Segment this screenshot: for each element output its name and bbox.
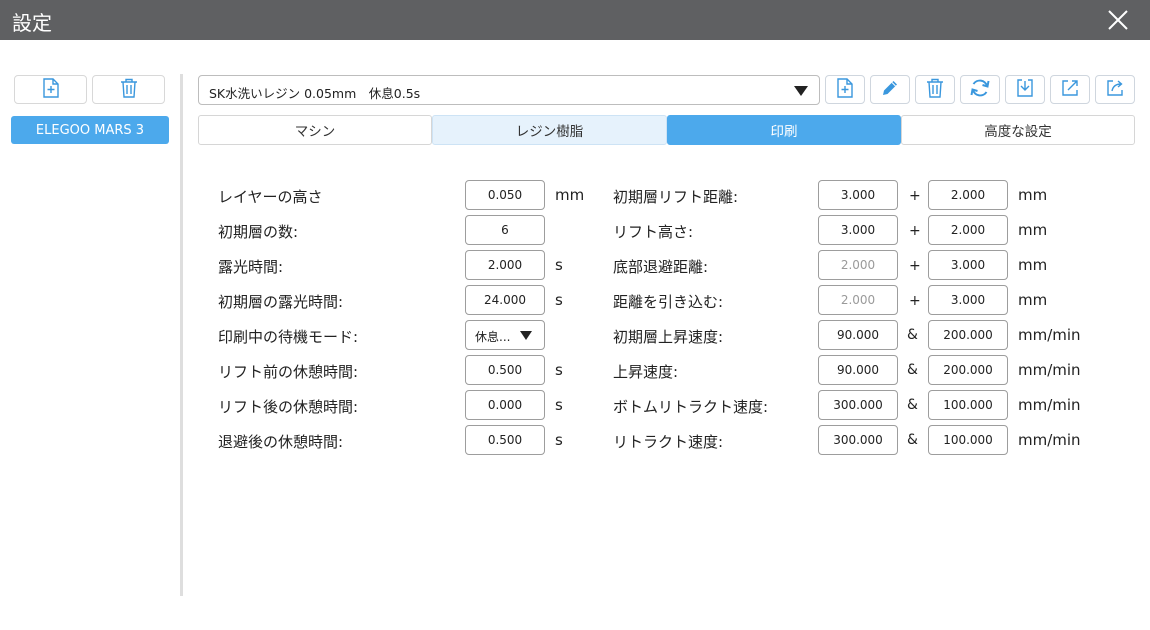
- tab-label: 高度な設定: [984, 124, 1052, 140]
- setting-label: 初期層の数:: [218, 223, 299, 241]
- setting-label: リトラクト速度:: [613, 433, 724, 451]
- close-icon[interactable]: [1106, 8, 1130, 32]
- setting-label: 底部退避距離:: [613, 258, 709, 276]
- add-printer-button[interactable]: [14, 75, 87, 104]
- bottom-retract-speed-input-1[interactable]: 300.000: [818, 390, 898, 420]
- delete-preset-button[interactable]: [915, 75, 955, 104]
- operator-label: +: [909, 223, 921, 239]
- bottom-lift-speed-input-1[interactable]: 90.000: [818, 320, 898, 350]
- lift-height-input-1[interactable]: 3.000: [818, 215, 898, 245]
- unit-label: mm: [1018, 256, 1048, 274]
- tab-machine[interactable]: マシン: [198, 115, 432, 145]
- unit-label: mm: [1018, 186, 1048, 204]
- setting-label: 初期層リフト距離:: [613, 188, 739, 206]
- setting-label: 退避後の休憩時間:: [218, 433, 344, 451]
- bottom-layer-count-input[interactable]: 6: [465, 215, 545, 245]
- operator-label: +: [909, 258, 921, 274]
- operator-label: &: [907, 397, 918, 413]
- share-icon: [1105, 78, 1125, 102]
- import-icon: [1015, 78, 1035, 102]
- tab-label: レジン樹脂: [515, 124, 584, 140]
- setting-label: 距離を引き込む:: [613, 293, 724, 311]
- unit-label: mm/min: [1018, 361, 1081, 379]
- operator-label: &: [907, 327, 918, 343]
- bottom-lift-distance-input-2[interactable]: 2.000: [928, 180, 1008, 210]
- tab-label: マシン: [294, 124, 336, 140]
- rest-after-retract-input[interactable]: 0.500: [465, 425, 545, 455]
- bottom-retract-distance-input-2[interactable]: 3.000: [928, 250, 1008, 280]
- reset-preset-button[interactable]: [960, 75, 1000, 104]
- chevron-down-icon: [794, 86, 808, 96]
- bottom-exposure-time-input[interactable]: 24.000: [465, 285, 545, 315]
- tab-print[interactable]: 印刷: [667, 115, 901, 145]
- bottom-retract-distance-input-1[interactable]: 2.000: [818, 250, 898, 280]
- title-bar: 設定: [0, 0, 1150, 40]
- retract-distance-input-2[interactable]: 3.000: [928, 285, 1008, 315]
- lift-speed-input-1[interactable]: 90.000: [818, 355, 898, 385]
- bottom-lift-speed-input-2[interactable]: 200.000: [928, 320, 1008, 350]
- retract-distance-input-1[interactable]: 2.000: [818, 285, 898, 315]
- chevron-down-icon: [520, 331, 532, 340]
- unit-label: s: [555, 431, 563, 449]
- printer-list-item[interactable]: ELEGOO MARS 3: [11, 116, 169, 144]
- unit-label: mm/min: [1018, 326, 1081, 344]
- retract-speed-input-1[interactable]: 300.000: [818, 425, 898, 455]
- sidebar-divider: [180, 74, 183, 596]
- unit-label: mm: [1018, 291, 1048, 309]
- setting-label: リフト後の休憩時間:: [218, 398, 359, 416]
- delete-printer-button[interactable]: [92, 75, 165, 104]
- lift-height-input-2[interactable]: 2.000: [928, 215, 1008, 245]
- exposure-time-input[interactable]: 2.000: [465, 250, 545, 280]
- setting-label: 印刷中の待機モード:: [218, 328, 359, 346]
- trash-icon: [120, 78, 138, 102]
- unit-label: s: [555, 396, 563, 414]
- setting-label: 上昇速度:: [613, 363, 679, 381]
- add-file-icon: [836, 77, 854, 102]
- operator-label: &: [907, 362, 918, 378]
- export-icon: [1060, 78, 1080, 102]
- add-file-icon: [42, 77, 60, 102]
- unit-label: mm/min: [1018, 431, 1081, 449]
- share-preset-button[interactable]: [1095, 75, 1135, 104]
- setting-label: リフト前の休憩時間:: [218, 363, 359, 381]
- retract-speed-input-2[interactable]: 100.000: [928, 425, 1008, 455]
- unit-label: s: [555, 361, 563, 379]
- rest-after-lift-input[interactable]: 0.000: [465, 390, 545, 420]
- setting-label: 露光時間:: [218, 258, 284, 276]
- tab-advanced[interactable]: 高度な設定: [901, 115, 1135, 145]
- window-title: 設定: [12, 11, 52, 35]
- unit-label: mm: [555, 186, 585, 204]
- layer-height-input[interactable]: 0.050: [465, 180, 545, 210]
- setting-label: 初期層上昇速度:: [613, 328, 724, 346]
- bottom-lift-distance-input-1[interactable]: 3.000: [818, 180, 898, 210]
- export-preset-button[interactable]: [1050, 75, 1090, 104]
- wait-mode-value: 休息...: [475, 330, 511, 344]
- tab-label: 印刷: [770, 124, 798, 140]
- new-preset-button[interactable]: [825, 75, 865, 104]
- operator-label: &: [907, 432, 918, 448]
- tab-resin[interactable]: レジン樹脂: [432, 115, 667, 145]
- unit-label: s: [555, 291, 563, 309]
- setting-label: レイヤーの高さ: [218, 188, 323, 206]
- wait-mode-select[interactable]: 休息...: [465, 320, 545, 350]
- operator-label: +: [909, 293, 921, 309]
- operator-label: +: [909, 188, 921, 204]
- setting-label: 初期層の露光時間:: [218, 293, 344, 311]
- printer-name: ELEGOO MARS 3: [35, 122, 145, 138]
- edit-icon: [880, 78, 900, 102]
- rest-before-lift-input[interactable]: 0.500: [465, 355, 545, 385]
- refresh-icon: [969, 77, 991, 103]
- edit-preset-button[interactable]: [870, 75, 910, 104]
- bottom-retract-speed-input-2[interactable]: 100.000: [928, 390, 1008, 420]
- unit-label: mm/min: [1018, 396, 1081, 414]
- setting-label: ボトムリトラクト速度:: [613, 398, 769, 416]
- unit-label: s: [555, 256, 563, 274]
- setting-label: リフト高さ:: [613, 223, 694, 241]
- lift-speed-input-2[interactable]: 200.000: [928, 355, 1008, 385]
- unit-label: mm: [1018, 221, 1048, 239]
- preset-value: SK水洗いレジン 0.05mm 休息0.5s: [209, 86, 421, 101]
- import-preset-button[interactable]: [1005, 75, 1045, 104]
- trash-icon: [926, 78, 944, 102]
- preset-dropdown[interactable]: SK水洗いレジン 0.05mm 休息0.5s: [198, 75, 820, 105]
